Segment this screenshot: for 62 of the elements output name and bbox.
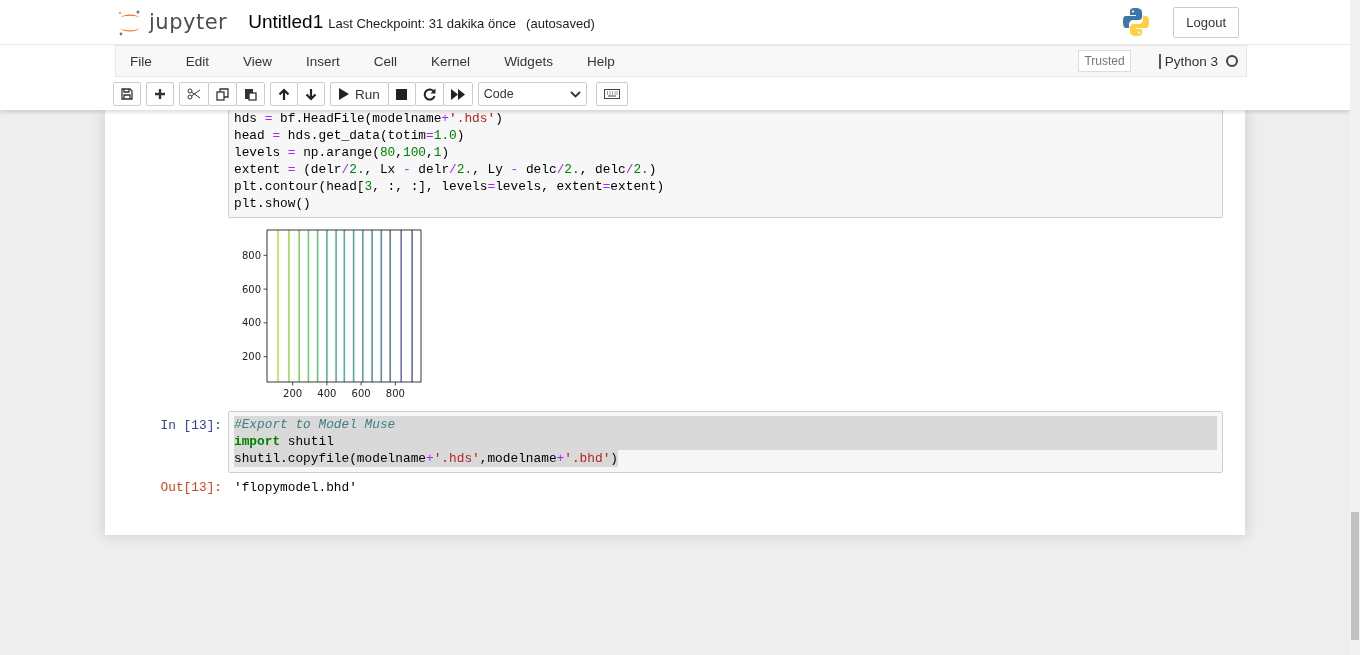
autosave-status: (autosaved)	[526, 16, 595, 31]
save-icon	[121, 88, 133, 100]
menu-item[interactable]: Help	[574, 53, 634, 69]
menu-item[interactable]: Cell	[361, 53, 417, 69]
code-line: extent = (delr/2., Lx - delr/2., Ly - delc/2., delc/2.)	[234, 161, 658, 178]
keyboard-button[interactable]	[595, 82, 628, 106]
copy-button[interactable]	[208, 82, 237, 106]
restart-icon	[422, 87, 436, 101]
checkpoint-status: Last Checkpoint: 31 dakika önce	[328, 16, 517, 31]
y-tick-label: 600	[241, 283, 261, 295]
run-button[interactable]: Run	[330, 82, 389, 106]
menu-item[interactable]: Kernel	[419, 53, 490, 69]
logout-button[interactable]: Logout	[1173, 6, 1239, 38]
scrollbar-thumb[interactable]	[1351, 512, 1359, 640]
x-tick-label: 800	[385, 388, 405, 399]
code-input[interactable]	[228, 110, 1223, 218]
python-logo-icon	[1122, 7, 1151, 37]
output-text: 'flopymodel.bhd'	[233, 479, 358, 497]
y-tick-label: 800	[241, 249, 261, 261]
y-tick-label: 400	[241, 317, 261, 329]
menu-item[interactable]: Widgets	[492, 53, 572, 69]
restart-button[interactable]	[414, 82, 444, 106]
notebook-name[interactable]: Untitled1	[248, 11, 324, 33]
menu-item[interactable]: Edit	[173, 53, 229, 69]
code-input[interactable]: #Export to Model Muse import shutil shutil.copyfile(modelname+'.hds',modelname+'.bhd')	[228, 411, 1223, 473]
plus-icon	[154, 88, 166, 100]
cell-type-dropdown[interactable]: Code	[477, 82, 587, 106]
keyboard-icon	[603, 89, 620, 99]
copy-icon	[216, 87, 229, 101]
fast-forward-icon	[450, 88, 465, 100]
jupyter-logo-text[interactable]: jupyter	[149, 10, 228, 34]
code-line: hds = bf.HeadFile(modelname+'.hds')	[234, 110, 504, 127]
paste-button[interactable]	[236, 82, 265, 106]
input-prompt: In [13]:	[160, 418, 222, 435]
chevron-down-icon	[569, 90, 581, 98]
stop-button[interactable]	[387, 82, 416, 106]
menu-item[interactable]: File	[118, 53, 171, 69]
code-line: plt.contour(head[3, :, :], levels=levels, extent=extent)	[234, 178, 666, 195]
move-up-button[interactable]	[270, 82, 298, 106]
move-down-button[interactable]	[297, 82, 325, 106]
cut-button[interactable]	[179, 82, 209, 106]
paste-icon	[244, 87, 257, 101]
up-arrow-icon	[278, 87, 290, 101]
code-line: levels = np.arange(80,100,1)	[234, 144, 451, 161]
add-cell-button[interactable]	[146, 82, 174, 106]
scissors-icon	[187, 88, 201, 100]
play-icon	[339, 88, 349, 100]
trusted-badge[interactable]: Trusted	[1078, 50, 1131, 72]
code-line: plt.show()	[234, 195, 312, 212]
code-line: head = hds.get_data(totim=1.0)	[234, 127, 466, 144]
stop-icon	[396, 88, 408, 100]
y-tick-label: 200	[241, 351, 261, 363]
output-prompt: Out[13]:	[160, 480, 222, 497]
down-arrow-icon	[305, 87, 317, 101]
kernel-name[interactable]: Python 3	[1158, 53, 1218, 69]
menu-item[interactable]: View	[231, 53, 292, 69]
save-button[interactable]	[113, 82, 141, 106]
x-tick-label: 600	[351, 388, 371, 399]
x-tick-label: 400	[317, 388, 337, 399]
fast-forward-button[interactable]	[442, 82, 473, 106]
menu-item[interactable]: Insert	[294, 53, 359, 69]
x-tick-label: 200	[283, 388, 303, 399]
